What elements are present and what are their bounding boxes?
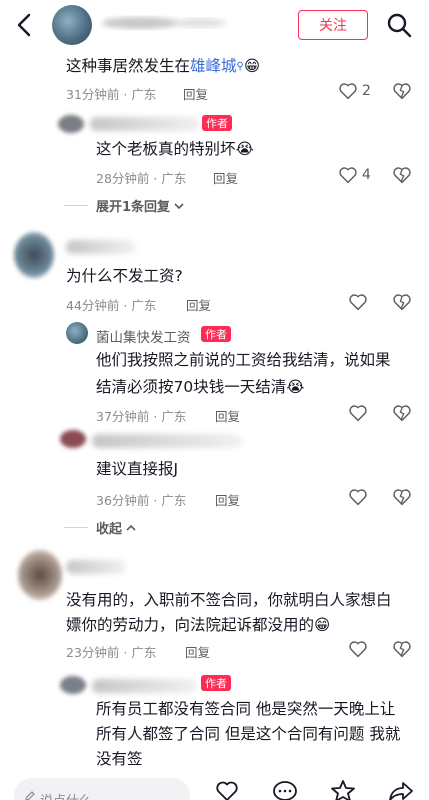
heart-icon <box>339 83 357 100</box>
pencil-icon <box>25 791 35 800</box>
chevron-down-icon <box>174 202 184 209</box>
reply-text-line2: 结清必须按70块钱一天结清😭 <box>96 378 305 396</box>
reply-button[interactable]: 回复 <box>213 168 238 187</box>
expand-replies-button[interactable]: 展开1条回复 <box>96 196 185 215</box>
collapse-label: 收起 <box>96 522 123 537</box>
chevron-up-icon <box>126 524 136 531</box>
author-badge: 作者 <box>201 326 231 342</box>
author-avatar[interactable] <box>66 322 88 344</box>
author-name[interactable]: 菌山集快发工资 <box>96 326 191 346</box>
like-count: 4 <box>362 167 371 183</box>
username-blurred <box>102 17 226 29</box>
commenter-avatar[interactable] <box>18 550 62 600</box>
author-username-blurred <box>92 679 197 693</box>
commenter-username-blurred <box>66 560 126 574</box>
search-link[interactable]: 雄峰城 <box>190 57 237 75</box>
comment-text: 这种事居然发生在雄峰城⚲😁 <box>66 53 260 80</box>
reply-meta: 37分钟前 · 广东 <box>96 409 187 424</box>
reply-username-blurred <box>92 434 242 448</box>
reply-text: 这个老板真的特别坏😭 <box>96 140 254 158</box>
reply-text-line1: 所有员工都没有签合同 他是突然一天晚上让 <box>96 700 396 718</box>
dislike-icon[interactable] <box>392 640 412 658</box>
expand-label: 展开1条回复 <box>96 200 171 215</box>
author-avatar[interactable] <box>60 676 86 694</box>
reply-avatar[interactable] <box>60 430 86 448</box>
heart-icon[interactable] <box>348 640 368 658</box>
author-badge: 作者 <box>201 675 231 691</box>
reply-text: 建议直接报J <box>96 460 179 478</box>
divider <box>64 527 88 528</box>
reply-text-line2: 所有人都签了合同 但是这个合同有问题 我就 <box>96 725 401 743</box>
comment-input-placeholder: 说点什么... <box>40 790 104 800</box>
like-count: 2 <box>362 83 371 99</box>
bottom-action-bar: 说点什么... <box>0 770 429 800</box>
dislike-icon[interactable] <box>392 293 412 311</box>
reply-text-line3: 没有签 <box>96 750 143 768</box>
reply-meta: 36分钟前 · 广东 <box>96 493 187 508</box>
follow-button[interactable]: 关注 <box>298 10 368 40</box>
top-bar: 关注 <box>0 0 429 50</box>
comment-text: 为什么不发工资? <box>66 267 183 285</box>
comment-icon[interactable] <box>272 780 298 800</box>
comment-text-line2: 嫖你的劳动力，向法院起诉都没用的😁 <box>66 616 331 634</box>
commenter-avatar[interactable] <box>14 232 54 278</box>
reply-button[interactable]: 回复 <box>185 642 210 661</box>
dislike-icon[interactable] <box>392 404 412 422</box>
comment-meta: 44分钟前 · 广东 <box>66 298 157 313</box>
avatar[interactable] <box>52 5 92 45</box>
divider <box>64 205 88 206</box>
dislike-icon[interactable] <box>392 488 412 506</box>
share-icon[interactable] <box>388 780 414 800</box>
heart-icon <box>339 167 357 184</box>
collapse-replies-button[interactable]: 收起 <box>96 518 137 537</box>
reply-text-line1: 他们我按照之前说的工资给我结清，说如果 <box>96 351 391 369</box>
reply-username-blurred <box>90 117 200 131</box>
back-icon[interactable] <box>12 12 38 38</box>
reply-button[interactable]: 回复 <box>183 84 208 103</box>
heart-icon[interactable] <box>214 780 240 800</box>
like-button[interactable]: 4 <box>338 166 371 184</box>
dislike-icon[interactable] <box>392 82 412 100</box>
emoji: 😁 <box>243 57 261 75</box>
author-badge: 作者 <box>202 115 232 131</box>
reply-meta: 28分钟前 · 广东 <box>96 171 187 186</box>
star-icon[interactable] <box>330 779 356 800</box>
reply-button[interactable]: 回复 <box>215 490 240 509</box>
heart-icon[interactable] <box>348 293 368 311</box>
comment-text-part: 这种事居然发生在 <box>66 57 191 75</box>
heart-icon[interactable] <box>348 488 368 506</box>
heart-icon[interactable] <box>348 404 368 422</box>
dislike-icon[interactable] <box>392 166 412 184</box>
like-button[interactable]: 2 <box>338 82 371 100</box>
comment-meta: 31分钟前 · 广东 <box>66 87 157 102</box>
search-link-icon: ⚲ <box>236 61 244 72</box>
reply-button[interactable]: 回复 <box>215 406 240 425</box>
reply-button[interactable]: 回复 <box>186 295 211 314</box>
comment-meta: 23分钟前 · 广东 <box>66 645 157 660</box>
commenter-username-blurred <box>66 240 136 254</box>
comment-text-line1: 没有用的，入职前不签合同，你就明白人家想白 <box>66 591 392 609</box>
reply-avatar[interactable] <box>58 115 84 133</box>
search-icon[interactable] <box>386 12 412 38</box>
